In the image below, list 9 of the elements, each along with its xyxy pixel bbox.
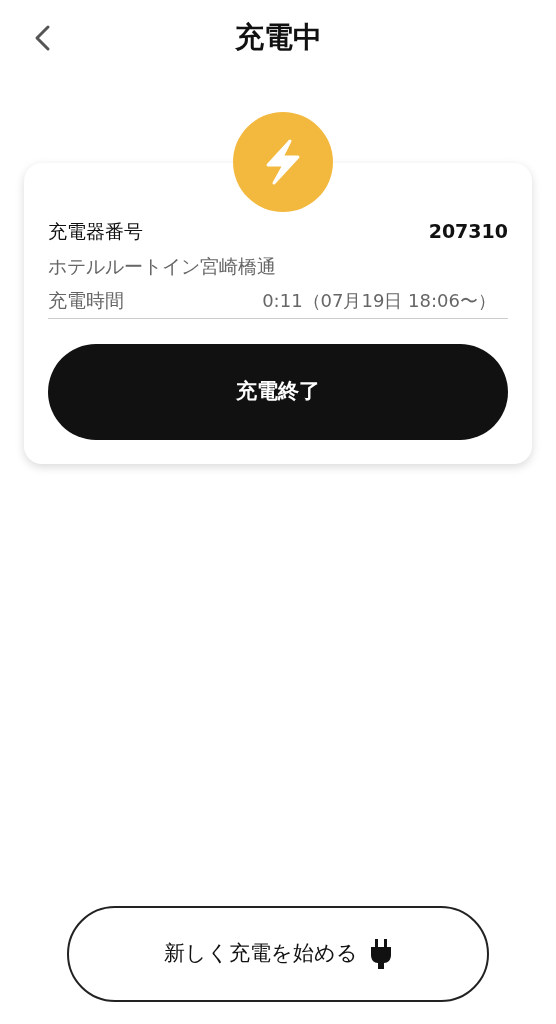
time-value: 0:11（07月19日 18:06〜）: [262, 289, 496, 313]
new-charge-button[interactable]: 新しく充電を始める: [67, 906, 489, 1002]
plug-icon: [370, 938, 392, 970]
location-name: ホテルルートイン宮崎橋通: [48, 253, 276, 279]
charger-label: 充電器番号: [48, 218, 143, 244]
stop-charging-button[interactable]: 充電終了: [48, 344, 508, 440]
time-label: 充電時間: [48, 288, 124, 314]
charger-number: 207310: [428, 218, 508, 244]
page-title: 充電中: [234, 19, 322, 57]
